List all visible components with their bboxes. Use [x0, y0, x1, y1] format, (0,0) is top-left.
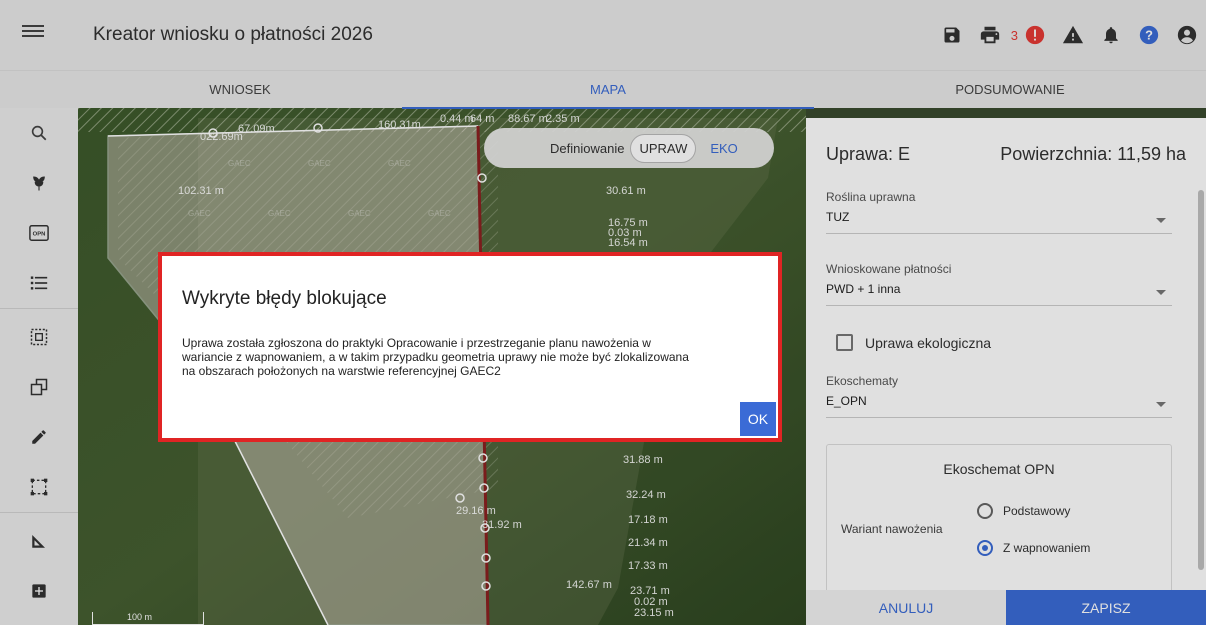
dialog-message: Uprawa została zgłoszona do praktyki Opr…	[182, 336, 766, 378]
app-root: 022.69m 67.09m 160.31m 0.44 m 64 m 88.67…	[0, 0, 1206, 625]
blocking-errors-dialog: Wykryte błędy blokujące Uprawa została z…	[158, 252, 782, 442]
dialog-message-line: na obszarach położonych na warstwie refe…	[182, 364, 501, 378]
ok-button[interactable]: OK	[740, 402, 776, 436]
dialog-title: Wykryte błędy blokujące	[182, 288, 387, 309]
dialog-message-line: Uprawa została zgłoszona do praktyki Opr…	[182, 336, 651, 350]
dialog-message-line: wariancie z wapnowaniem, a w takim przyp…	[182, 350, 689, 364]
